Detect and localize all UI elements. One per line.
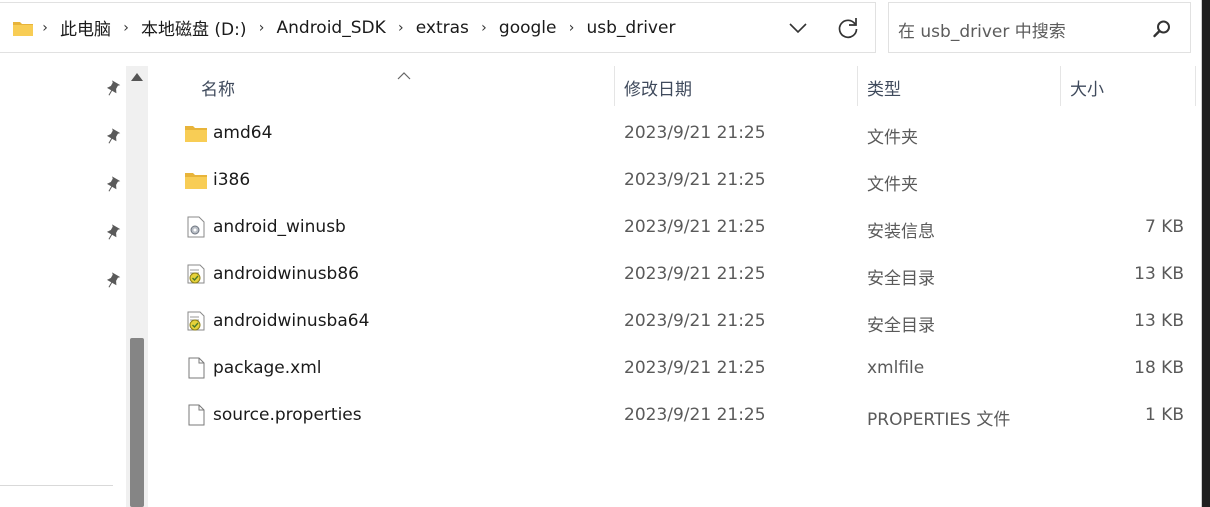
security-catalog-icon [184, 310, 208, 332]
column-divider[interactable] [1060, 66, 1061, 106]
file-row[interactable]: androidwinusb86 2023/9/21 21:25 安全目录 13 … [148, 251, 1198, 298]
file-row[interactable]: i386 2023/9/21 21:25 文件夹 [148, 157, 1198, 204]
nav-scrollbar[interactable] [126, 66, 148, 507]
setup-info-icon [184, 216, 208, 238]
pin-icon[interactable] [103, 224, 121, 242]
file-row[interactable]: android_winusb 2023/9/21 21:25 安装信息 7 KB [148, 204, 1198, 251]
file-type: 安全目录 [867, 316, 935, 336]
breadcrumb: › 此电脑 › 本地磁盘 (D:) › Android_SDK › extras… [34, 3, 679, 52]
breadcrumb-item-android-sdk[interactable]: Android_SDK [273, 18, 390, 38]
file-type: xmlfile [867, 358, 925, 378]
file-modified: 2023/9/21 21:25 [624, 311, 766, 331]
file-name[interactable]: androidwinusb86 [213, 264, 359, 284]
search-icon[interactable] [1151, 18, 1173, 40]
chevron-right-icon[interactable]: › [251, 20, 273, 36]
sort-ascending-icon [397, 65, 411, 80]
document-icon [184, 357, 208, 379]
column-modified-header[interactable]: 修改日期 [624, 75, 692, 100]
file-type: 文件夹 [867, 128, 918, 148]
chevron-right-icon[interactable]: › [561, 20, 583, 36]
column-header: 名称 修改日期 类型 大小 [0, 62, 1210, 108]
column-divider[interactable] [614, 66, 615, 106]
search-input[interactable]: 在 usb_driver 中搜索 [898, 17, 1066, 42]
file-row[interactable]: amd64 2023/9/21 21:25 文件夹 [148, 110, 1198, 157]
file-modified: 2023/9/21 21:25 [624, 358, 766, 378]
breadcrumb-item-drive-d[interactable]: 本地磁盘 (D:) [137, 15, 251, 40]
file-size: 13 KB [1134, 264, 1184, 284]
window-edge [1202, 0, 1210, 507]
file-size: 13 KB [1134, 311, 1184, 331]
file-name[interactable]: i386 [213, 170, 250, 190]
folder-icon [184, 169, 208, 191]
folder-icon [12, 19, 34, 37]
breadcrumb-item-extras[interactable]: extras [412, 18, 473, 38]
column-size-header[interactable]: 大小 [1070, 75, 1104, 100]
pin-icon[interactable] [103, 272, 121, 290]
file-size: 18 KB [1134, 358, 1184, 378]
file-size: 1 KB [1144, 405, 1184, 425]
navigation-pane [0, 62, 148, 507]
pin-icon[interactable] [103, 176, 121, 194]
file-name[interactable]: androidwinusba64 [213, 311, 369, 331]
address-bar[interactable]: › 此电脑 › 本地磁盘 (D:) › Android_SDK › extras… [0, 2, 876, 53]
file-size: 7 KB [1144, 217, 1184, 237]
breadcrumb-item-google[interactable]: google [495, 18, 561, 38]
file-type: PROPERTIES 文件 [867, 410, 1011, 430]
file-modified: 2023/9/21 21:25 [624, 170, 766, 190]
chevron-right-icon[interactable]: › [115, 20, 137, 36]
file-type: 文件夹 [867, 175, 918, 195]
column-name-header[interactable]: 名称 [201, 75, 235, 100]
search-box[interactable]: 在 usb_driver 中搜索 [888, 2, 1191, 53]
pin-icon[interactable] [103, 128, 121, 146]
file-name[interactable]: amd64 [213, 123, 272, 143]
chevron-down-icon[interactable] [785, 16, 811, 40]
nav-divider [0, 485, 113, 486]
breadcrumb-item-this-pc[interactable]: 此电脑 [56, 15, 115, 40]
file-explorer-window: › 此电脑 › 本地磁盘 (D:) › Android_SDK › extras… [0, 0, 1210, 507]
document-icon [184, 404, 208, 426]
security-catalog-icon [184, 263, 208, 285]
file-type: 安装信息 [867, 222, 935, 242]
file-modified: 2023/9/21 21:25 [624, 264, 766, 284]
file-row[interactable]: package.xml 2023/9/21 21:25 xmlfile 18 K… [148, 345, 1198, 392]
scrollbar-thumb[interactable] [130, 338, 144, 507]
chevron-right-icon[interactable]: › [473, 20, 495, 36]
file-modified: 2023/9/21 21:25 [624, 123, 766, 143]
chevron-right-icon[interactable]: › [390, 20, 412, 36]
file-type: 安全目录 [867, 269, 935, 289]
column-divider[interactable] [1195, 66, 1196, 106]
file-name[interactable]: package.xml [213, 358, 322, 378]
refresh-icon[interactable] [835, 15, 861, 41]
file-modified: 2023/9/21 21:25 [624, 217, 766, 237]
file-row[interactable]: source.properties 2023/9/21 21:25 PROPER… [148, 392, 1198, 439]
folder-icon [184, 122, 208, 144]
file-row[interactable]: androidwinusba64 2023/9/21 21:25 安全目录 13… [148, 298, 1198, 345]
column-divider[interactable] [857, 66, 858, 106]
file-modified: 2023/9/21 21:25 [624, 405, 766, 425]
breadcrumb-item-usb-driver[interactable]: usb_driver [583, 18, 680, 38]
column-type-header[interactable]: 类型 [867, 75, 901, 100]
file-name[interactable]: source.properties [213, 405, 362, 425]
file-name[interactable]: android_winusb [213, 217, 346, 237]
chevron-right-icon[interactable]: › [34, 20, 56, 36]
